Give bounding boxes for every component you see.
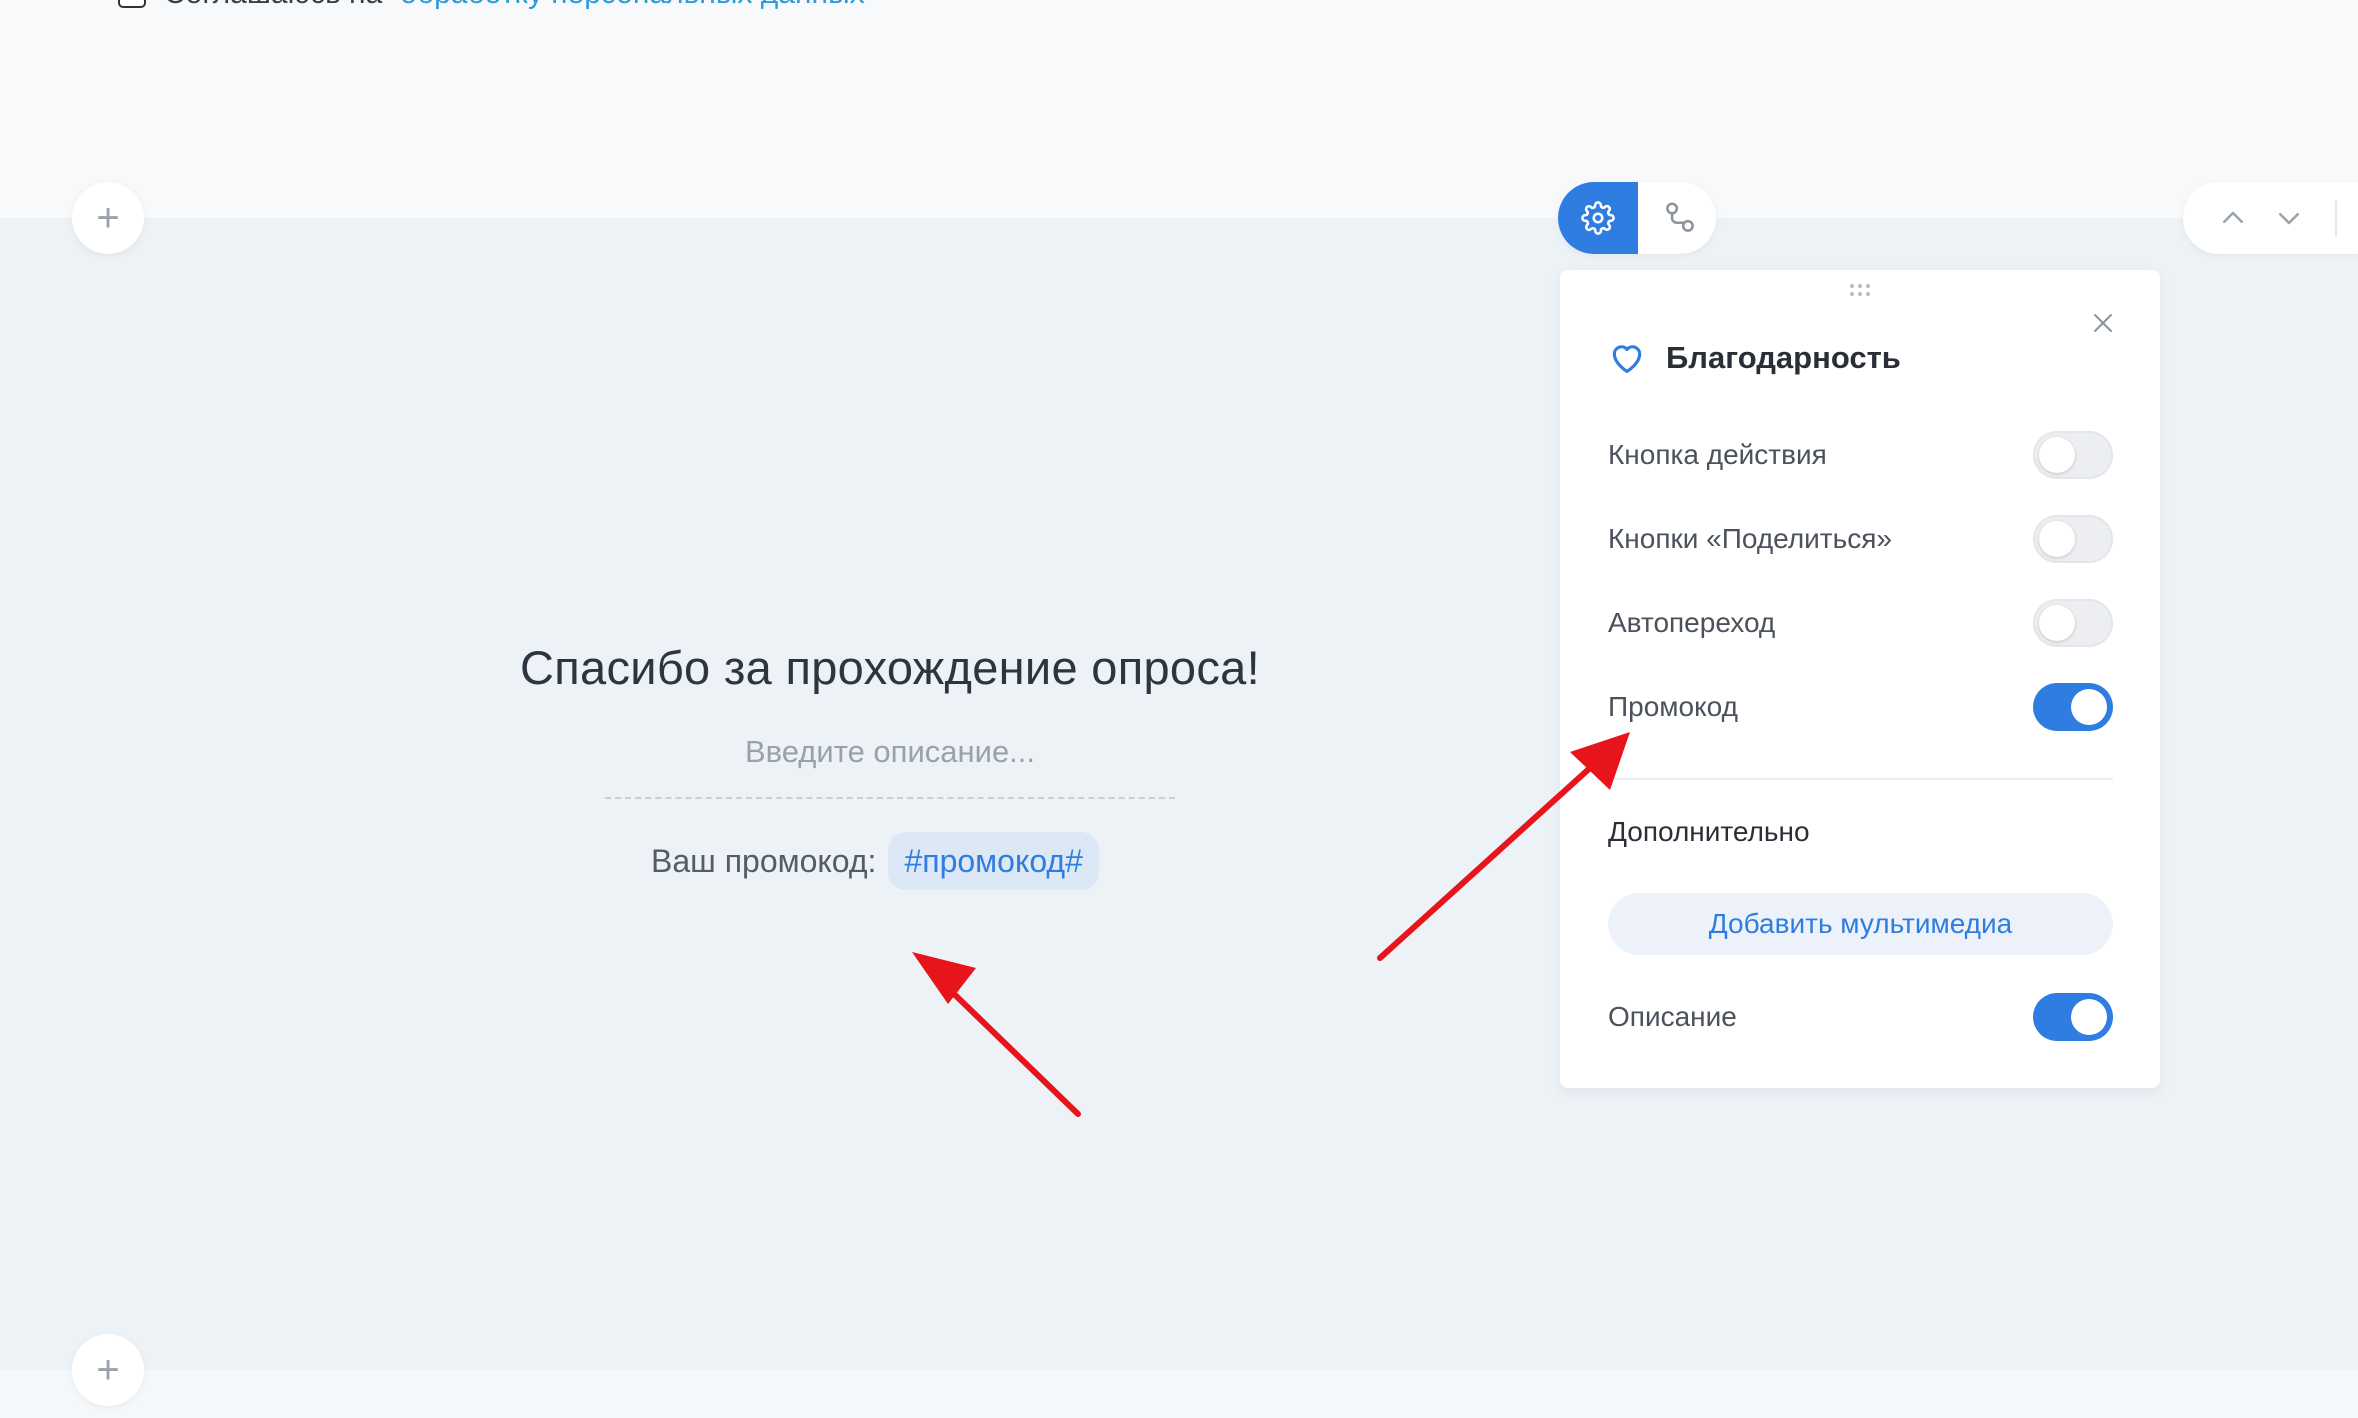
toggle-label: Кнопка действия: [1608, 439, 1827, 470]
gear-icon: [1581, 201, 1615, 235]
consent-row: Соглашаюсь на обработку персональных дан…: [118, 0, 865, 14]
separator: [2335, 200, 2337, 236]
toggle-row-action-button: Кнопка действия: [1608, 430, 2113, 480]
panel-title: Благодарность: [1666, 340, 1901, 375]
previous-question-section: Соглашаюсь на обработку персональных дан…: [0, 0, 2358, 218]
settings-panel: Благодарность Кнопка действия Кнопки «По…: [1560, 270, 2160, 1088]
toggle-row-description: Описание: [1608, 992, 2113, 1042]
toggle-row-promocode: Промокод: [1608, 682, 2113, 732]
action-button-toggle[interactable]: [2033, 431, 2113, 479]
divider: [1608, 778, 2113, 780]
drag-handle-icon[interactable]: [1848, 282, 1872, 298]
promocode-toggle[interactable]: [2033, 683, 2113, 731]
chevron-down-icon: [2279, 213, 2299, 225]
move-up-button[interactable]: [2211, 196, 2255, 240]
toggle-row-share-buttons: Кнопки «Поделиться»: [1608, 514, 2113, 564]
block-navigation: [2183, 182, 2358, 254]
add-block-button-top[interactable]: +: [72, 182, 144, 254]
panel-header: Благодарность: [1608, 336, 1901, 380]
settings-button[interactable]: [1558, 182, 1638, 254]
next-section: [0, 1370, 2358, 1418]
auto-redirect-toggle[interactable]: [2033, 599, 2113, 647]
logic-button[interactable]: [1644, 182, 1716, 254]
close-panel-button[interactable]: [2088, 308, 2118, 338]
promo-row: Ваш промокод: #промокод#: [651, 832, 1099, 890]
add-block-button-bottom[interactable]: +: [72, 1334, 144, 1406]
thanks-title[interactable]: Спасибо за прохождение опроса!: [0, 640, 1780, 695]
heart-icon: [1612, 345, 1642, 374]
close-icon: [2094, 314, 2112, 332]
consent-checkbox[interactable]: [118, 0, 146, 8]
consent-link[interactable]: обработку персональных данных: [400, 0, 864, 11]
toggle-row-auto-redirect: Автопереход: [1608, 598, 2113, 648]
description-input[interactable]: Введите описание...: [605, 734, 1175, 770]
description-toggle[interactable]: [2033, 993, 2113, 1041]
toggle-label: Кнопки «Поделиться»: [1608, 523, 1892, 554]
move-down-button[interactable]: [2267, 196, 2311, 240]
plus-icon: +: [96, 195, 120, 240]
branch-logic-icon: [1666, 202, 1694, 232]
block-toolbar: [1558, 182, 1716, 254]
promo-label: Ваш промокод:: [651, 842, 877, 879]
chevron-up-icon: [2223, 211, 2243, 223]
add-media-button[interactable]: Добавить мультимедиа: [1608, 893, 2113, 955]
extra-section-title: Дополнительно: [1608, 816, 1810, 847]
toggle-label: Промокод: [1608, 691, 1738, 722]
toggle-label: Автопереход: [1608, 607, 1776, 638]
share-buttons-toggle[interactable]: [2033, 515, 2113, 563]
consent-text: Соглашаюсь на: [164, 0, 382, 11]
description-underline: [605, 797, 1175, 799]
toggle-label: Описание: [1608, 1001, 1737, 1032]
plus-icon: +: [96, 1347, 120, 1392]
promo-tag[interactable]: #промокод#: [888, 832, 1099, 890]
